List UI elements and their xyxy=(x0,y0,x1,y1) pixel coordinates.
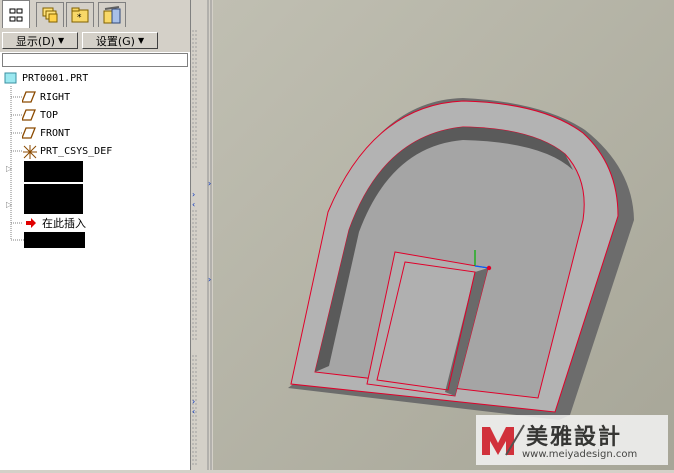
folder-tab[interactable]: * xyxy=(66,2,94,27)
show-dropdown-label: 显示(D) xyxy=(15,34,55,48)
tree-toolbar: 显示(D) ▼ 设置(G) ▼ xyxy=(0,28,190,52)
datum-plane-icon xyxy=(21,90,36,104)
watermark-url: www.meiyadesign.com xyxy=(522,449,638,460)
redacted-feature xyxy=(24,184,83,214)
svg-text:›: › xyxy=(208,179,211,188)
coordinate-system-icon xyxy=(22,144,37,159)
tree-item-label: FRONT xyxy=(40,127,71,139)
layers-tab[interactable] xyxy=(36,2,64,27)
chevron-down-icon: ▼ xyxy=(137,36,145,45)
watermark: 美雅設計 www.meiyadesign.com xyxy=(476,415,668,465)
datum-plane-icon xyxy=(21,126,36,140)
part-icon xyxy=(4,71,18,85)
tree-item-label: RIGHT xyxy=(40,91,71,103)
favorites-icon xyxy=(103,6,121,24)
redacted-feature xyxy=(24,161,83,182)
svg-text:*: * xyxy=(77,13,82,23)
tree-filter-field[interactable] xyxy=(2,53,188,67)
svg-text:›: › xyxy=(192,190,195,199)
favorites-tab[interactable] xyxy=(98,2,126,27)
model-tree-tab[interactable] xyxy=(2,0,30,29)
model-render xyxy=(213,0,674,470)
tree-root-label: PRT0001.PRT xyxy=(22,72,89,84)
tree-item-csys[interactable]: PRT_CSYS_DEF xyxy=(22,142,112,160)
expand-arrow-icon[interactable]: ▷ xyxy=(6,200,12,209)
panel-tabbar: * xyxy=(0,0,190,29)
svg-text:‹: ‹ xyxy=(192,200,195,209)
svg-text:‹: ‹ xyxy=(192,407,195,416)
svg-text:›: › xyxy=(192,397,195,406)
redacted-feature xyxy=(24,232,85,248)
tree-item-label: TOP xyxy=(40,109,59,121)
show-dropdown[interactable]: 显示(D) ▼ xyxy=(2,32,78,49)
chevron-down-icon: ▼ xyxy=(57,36,65,45)
svg-text:›: › xyxy=(208,275,211,284)
tree-item-top[interactable]: TOP xyxy=(21,106,59,124)
layers-icon xyxy=(42,7,58,23)
red-arrow-icon xyxy=(24,216,38,230)
insert-here-label: 在此插入 xyxy=(42,217,86,230)
origin-point xyxy=(486,265,492,271)
splitter-grips: › ‹ › › › ‹ xyxy=(192,0,212,470)
model-tree-panel: * 显示(D) ▼ 设置(G) ▼ PRT0001.PRT RIGHT TOP … xyxy=(0,0,191,470)
settings-dropdown[interactable]: 设置(G) ▼ xyxy=(82,32,158,49)
watermark-brand: 美雅設計 xyxy=(526,425,623,450)
folder-browser-icon: * xyxy=(71,7,89,23)
panel-splitter[interactable]: › ‹ › › › ‹ xyxy=(191,0,213,470)
tree-root[interactable]: PRT0001.PRT xyxy=(4,69,88,87)
expand-arrow-icon[interactable]: ▷ xyxy=(6,164,12,173)
insert-here-marker[interactable]: 在此插入 xyxy=(24,214,86,232)
tree-item-right[interactable]: RIGHT xyxy=(21,88,71,106)
model-viewport[interactable] xyxy=(213,0,674,470)
tree-item-label: PRT_CSYS_DEF xyxy=(40,145,113,157)
settings-dropdown-label: 设置(G) xyxy=(95,34,135,48)
tree-icon xyxy=(9,8,23,22)
datum-plane-icon xyxy=(21,108,36,122)
tree-item-front[interactable]: FRONT xyxy=(21,124,71,142)
